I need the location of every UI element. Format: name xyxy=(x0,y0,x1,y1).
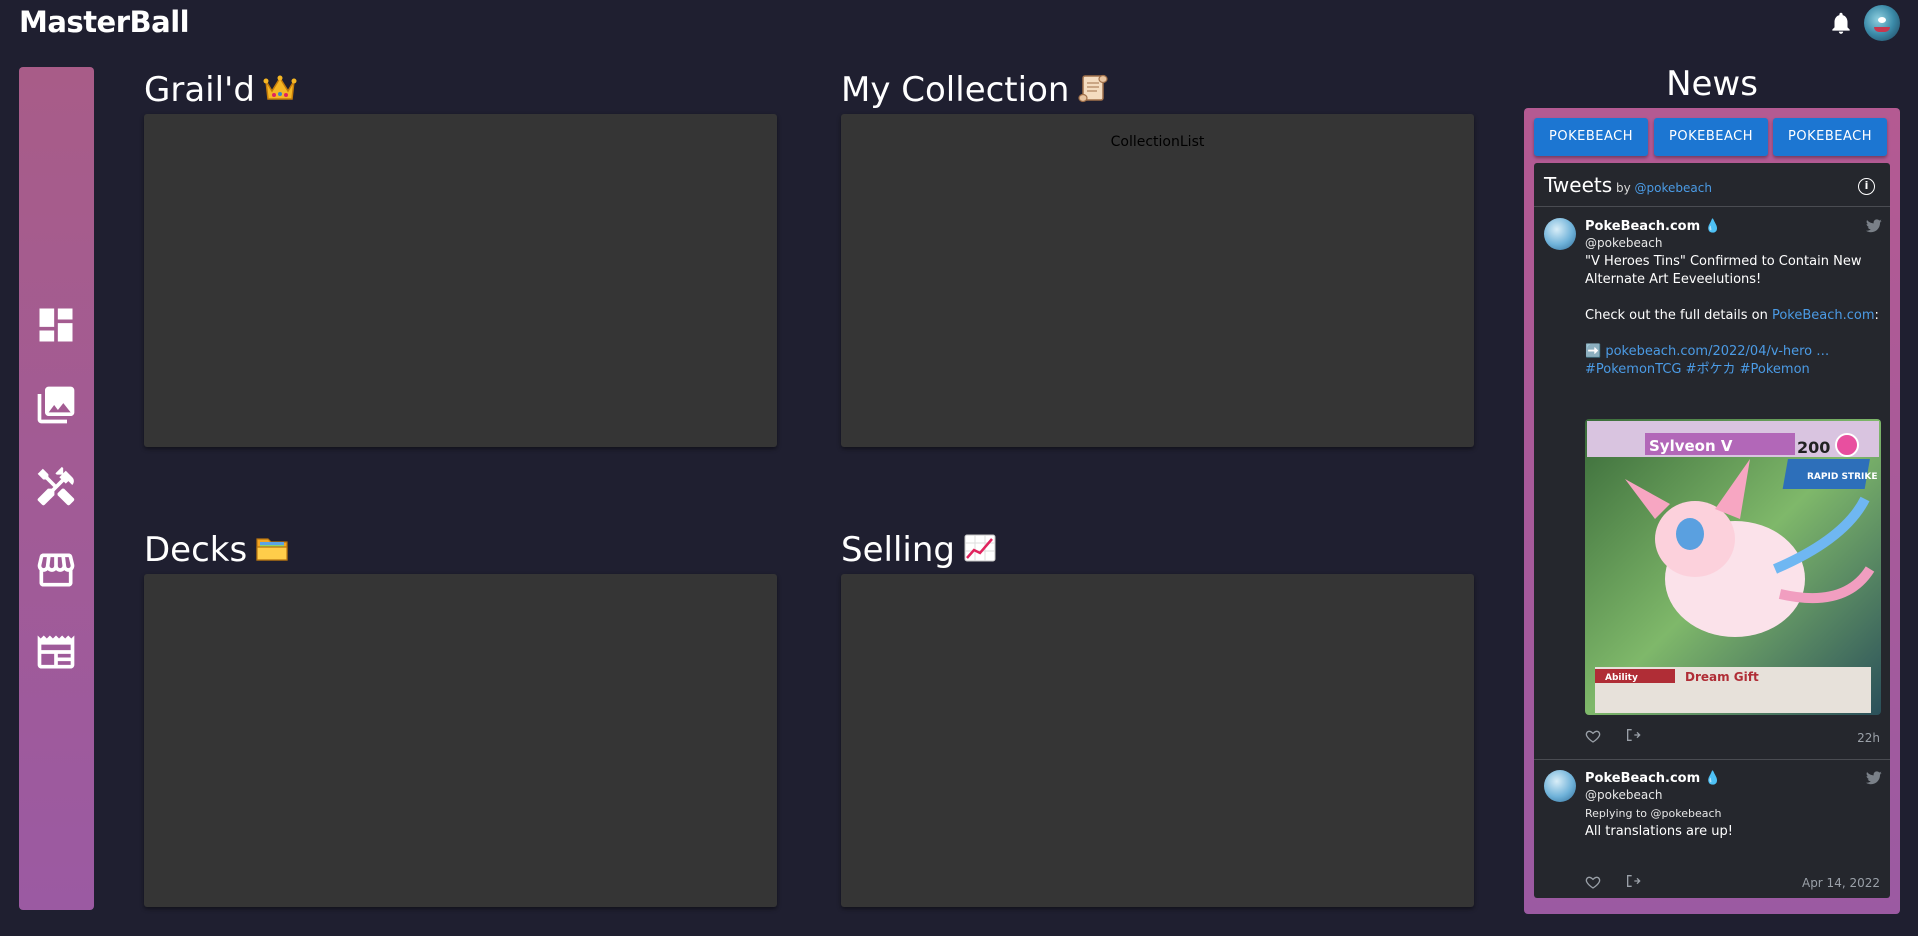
sidebar-item-tools[interactable] xyxy=(34,465,78,509)
crown-emoji xyxy=(263,75,297,100)
timeline-byline: by @pokebeach xyxy=(1616,181,1712,195)
grailed-card xyxy=(144,114,777,447)
byline-prefix: by xyxy=(1616,181,1631,195)
share-icon[interactable] xyxy=(1625,727,1641,743)
tweet-author-name[interactable]: PokeBeach.com 💧 xyxy=(1585,219,1721,234)
sidebar-nav xyxy=(19,67,94,910)
tweet-author-handle[interactable]: @pokebeach xyxy=(1585,236,1662,250)
card-name: Sylveon V xyxy=(1649,437,1733,455)
like-heart-icon[interactable] xyxy=(1585,874,1601,890)
tweet-headline: "V Heroes Tins" Confirmed to Contain New… xyxy=(1585,254,1862,287)
newspaper-icon xyxy=(37,635,75,669)
tweet-body: All translations are up! xyxy=(1585,824,1733,839)
dashboard-icon xyxy=(39,308,73,342)
app-brand[interactable]: MasterBall xyxy=(19,5,190,39)
decks-card xyxy=(144,574,777,907)
user-avatar[interactable] xyxy=(1864,5,1900,41)
timeline-handle-link[interactable]: @pokebeach xyxy=(1635,181,1712,195)
folder-emoji xyxy=(256,538,288,561)
bell-icon[interactable] xyxy=(1828,8,1854,38)
news-source-button-1[interactable]: POKEBEACH xyxy=(1534,118,1648,156)
decks-title-text: Decks xyxy=(144,530,248,570)
tweet-timestamp[interactable]: 22h xyxy=(1857,731,1880,745)
twitter-bird-icon[interactable] xyxy=(1866,771,1882,785)
like-heart-icon[interactable] xyxy=(1585,728,1601,744)
tweet-reply-context[interactable]: Replying to @pokebeach xyxy=(1585,807,1721,820)
tweet-avatar[interactable] xyxy=(1544,770,1576,802)
tools-icon xyxy=(37,466,75,506)
news-title: News xyxy=(1666,64,1758,104)
tweet-details-prefix: Check out the full details on xyxy=(1585,308,1772,323)
news-source-button-2[interactable]: POKEBEACH xyxy=(1654,118,1768,156)
tweet-item[interactable]: PokeBeach.com 💧 @pokebeach Replying to @… xyxy=(1534,760,1890,898)
selling-card xyxy=(841,574,1474,907)
tweet-item[interactable]: PokeBeach.com 💧 @pokebeach "V Heroes Tin… xyxy=(1534,207,1890,759)
tweet-details-suffix: : xyxy=(1874,308,1879,323)
photo-library-icon xyxy=(37,386,75,424)
tweet-media-image[interactable]: Dream Gift Ability Sylveon V 200 RAPID S… xyxy=(1585,419,1881,715)
collection-list-placeholder: CollectionList xyxy=(1110,134,1205,150)
tweet-author-name[interactable]: PokeBeach.com 💧 xyxy=(1585,771,1721,786)
timeline-header: Tweets by @pokebeach i xyxy=(1534,163,1890,207)
tweet-author-handle[interactable]: @pokebeach xyxy=(1585,788,1662,802)
twitter-timeline[interactable]: Tweets by @pokebeach i PokeBeach.com 💧 @… xyxy=(1534,163,1890,898)
timeline-title: Tweets xyxy=(1544,173,1613,197)
collection-title: My Collection xyxy=(841,70,1111,110)
tweet-timestamp[interactable]: Apr 14, 2022 xyxy=(1802,876,1880,890)
scroll-emoji xyxy=(1078,74,1109,103)
news-source-button-3[interactable]: POKEBEACH xyxy=(1773,118,1887,156)
sidebar-item-dashboard[interactable] xyxy=(34,303,78,347)
tweet-details-line: Check out the full details on PokeBeach.… xyxy=(1585,307,1881,325)
grailed-title-text: Grail'd xyxy=(144,70,255,110)
twitter-bird-icon[interactable] xyxy=(1866,219,1882,233)
share-icon[interactable] xyxy=(1625,873,1641,889)
news-panel: POKEBEACH POKEBEACH POKEBEACH Tweets by … xyxy=(1524,108,1900,914)
sidebar-item-store[interactable] xyxy=(34,548,78,592)
selling-title: Selling xyxy=(841,530,997,570)
tweet-avatar[interactable] xyxy=(1544,218,1576,250)
info-icon[interactable]: i xyxy=(1858,178,1875,195)
card-ability-label: Ability xyxy=(1605,673,1638,683)
avatar-eye xyxy=(1878,17,1886,23)
selling-title-text: Selling xyxy=(841,530,955,570)
grailed-title: Grail'd xyxy=(144,70,297,110)
card-hp: 200 xyxy=(1797,438,1830,457)
collection-card: CollectionList xyxy=(841,114,1474,447)
avatar-mouth xyxy=(1874,27,1890,32)
storefront-icon xyxy=(37,553,75,587)
tweet-site-link[interactable]: PokeBeach.com xyxy=(1772,308,1875,323)
decks-title: Decks xyxy=(144,530,289,570)
chart-increasing-emoji xyxy=(964,534,996,562)
sylveon-card-image: Dream Gift Ability Sylveon V 200 RAPID S… xyxy=(1585,419,1881,715)
card-ability-name: Dream Gift xyxy=(1685,670,1759,684)
card-style: RAPID STRIKE xyxy=(1807,472,1877,482)
tweet-article-link[interactable]: ➡️ pokebeach.com/2022/04/v-hero …#Pokemo… xyxy=(1585,343,1881,379)
sidebar-item-news[interactable] xyxy=(34,630,78,674)
collection-title-text: My Collection xyxy=(841,70,1070,110)
sidebar-item-collection[interactable] xyxy=(34,383,78,427)
top-app-bar: MasterBall xyxy=(0,0,1918,46)
